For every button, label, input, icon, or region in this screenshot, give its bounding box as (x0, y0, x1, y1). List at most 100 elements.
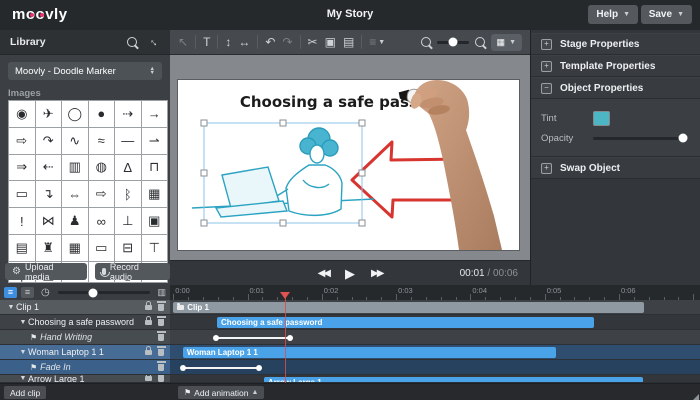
library-item-bluetooth[interactable]: ᛒ (115, 181, 141, 208)
library-item-business-card[interactable]: ▭ (88, 234, 114, 261)
library-item-bend-arrow[interactable]: ↴ (35, 181, 61, 208)
tint-color-swatch[interactable] (593, 110, 610, 126)
library-item-dashed-line[interactable]: ⇢ (115, 101, 141, 127)
save-button[interactable]: Save ▼ (640, 5, 692, 24)
library-item-camera[interactable]: ▣ (141, 208, 167, 234)
library-item-cart[interactable]: ⊟ (115, 234, 141, 261)
library-item-straight-line[interactable]: — (115, 127, 141, 154)
library-item-hot-air-balloon[interactable]: ◉ (9, 101, 35, 127)
layer-list-row-5[interactable]: ⚑ Fade In (0, 360, 170, 375)
paste-icon[interactable]: ▤ (343, 35, 354, 49)
swap-object-header[interactable]: + Swap Object (531, 157, 700, 179)
zoom-out-icon[interactable] (420, 37, 431, 47)
group-view-button[interactable]: ≡ (21, 287, 34, 298)
cut-icon[interactable]: ✂ (308, 35, 318, 49)
template-properties-header[interactable]: + Template Properties (531, 55, 700, 77)
library-item-long-arrow[interactable]: ⇒ (9, 154, 35, 181)
lock-icon[interactable] (145, 375, 152, 381)
opacity-slider-knob[interactable] (678, 133, 688, 143)
trash-icon[interactable] (156, 346, 166, 356)
timeline-options-icon[interactable]: ▥ (157, 287, 166, 298)
library-item-block-arrow[interactable]: ⇨ (9, 127, 35, 154)
collapse-caret-icon[interactable]: ▼ (18, 319, 28, 326)
library-item-curved-arrow[interactable]: ↷ (35, 127, 61, 154)
copy-icon[interactable]: ▣ (325, 35, 336, 49)
resize-corner-icon[interactable] (693, 394, 699, 400)
add-animation-button[interactable]: ⚑ Add animation ▲ (178, 386, 265, 399)
stage-properties-header[interactable]: + Stage Properties (531, 33, 700, 55)
layer-list-row-6[interactable]: ▼ Arrow Large 1 (0, 375, 170, 383)
library-item-apple[interactable]: ◯ (62, 101, 88, 127)
fast-forward-button[interactable]: ▶▶ (371, 268, 384, 279)
library-item-apple-logo[interactable]: ● (88, 101, 114, 127)
align-horizontal-icon[interactable]: ↔ (238, 35, 250, 49)
object-bar-2[interactable]: Choosing a safe password (217, 316, 594, 328)
animation-duration-line[interactable] (179, 364, 262, 371)
library-item-bank[interactable]: ♜ (35, 234, 61, 261)
help-button[interactable]: Help ▼ (588, 5, 638, 24)
library-item-curve-2[interactable]: ≈ (88, 127, 114, 154)
object-properties-header[interactable]: − Object Properties (531, 77, 700, 99)
add-clip-button[interactable]: Add clip (4, 386, 47, 399)
layer-list-row-1[interactable]: ▼ Clip 1 (0, 300, 170, 315)
collapse-caret-icon[interactable]: ▼ (18, 349, 28, 356)
object-bar-4[interactable]: Woman Laptop 1 1 (182, 346, 556, 358)
trash-icon[interactable] (156, 301, 166, 311)
library-item-dashed-arrow[interactable]: ⇠ (35, 154, 61, 181)
library-item-shorts[interactable]: ⋈ (35, 208, 61, 234)
library-item-bottle[interactable]: ∆ (115, 154, 141, 181)
trash-icon[interactable] (156, 316, 166, 326)
rewind-button[interactable]: ◀◀ (318, 268, 331, 279)
layer-list-row-2[interactable]: ▼ Choosing a safe password (0, 315, 170, 330)
trash-icon[interactable] (156, 331, 166, 341)
library-item-building-window[interactable]: ▦ (141, 181, 167, 208)
lock-icon[interactable] (145, 345, 152, 355)
library-item-binoculars[interactable]: ∞ (88, 208, 114, 234)
animation-start-handle[interactable] (213, 334, 220, 341)
trash-icon[interactable] (158, 375, 164, 382)
expand-panel-icon[interactable]: ↔ (146, 34, 162, 50)
layer-list-row-4[interactable]: ▼ Woman Laptop 1 1 (0, 345, 170, 360)
animation-start-handle[interactable] (179, 364, 186, 371)
upload-media-button[interactable]: ⚙ Upload media (5, 262, 87, 282)
animation-end-handle[interactable] (286, 334, 293, 341)
lock-icon[interactable] (145, 300, 152, 310)
play-button[interactable]: ▶ (345, 266, 355, 282)
collapse-caret-icon[interactable]: ▼ (6, 304, 16, 311)
timeline-zoom-knob[interactable] (88, 288, 98, 297)
library-item-arrow-right[interactable]: ⇀ (141, 127, 167, 154)
library-item-curve[interactable]: ∿ (62, 127, 88, 154)
zoom-slider[interactable] (436, 37, 469, 47)
library-item-power-line[interactable]: ⊥ (115, 208, 141, 234)
trash-icon[interactable] (156, 361, 166, 371)
text-tool-icon[interactable]: T (203, 35, 210, 49)
library-item-notepad[interactable]: ▦ (62, 234, 88, 261)
timeline-ruler[interactable]: 0:00 0:01 0:02 0:03 0:04 0:05 0:06 (170, 285, 700, 301)
layer-list-row-3[interactable]: ⚑ Hand Writing (0, 330, 170, 345)
library-item-right-arrow[interactable]: ⇨ (88, 181, 114, 208)
search-icon[interactable] (127, 37, 137, 47)
playhead-line[interactable] (284, 298, 286, 383)
clip-bar-1[interactable]: Clip 1 (173, 301, 644, 313)
undo-icon[interactable]: ↶ (265, 35, 275, 49)
library-item-arrow-line[interactable]: → (141, 101, 167, 127)
animation-end-handle[interactable] (255, 364, 262, 371)
redo-icon[interactable]: ↷ (282, 35, 292, 49)
record-audio-button[interactable]: Record audio (94, 262, 170, 282)
opacity-slider[interactable] (593, 133, 688, 143)
library-item-double-arrow[interactable]: ⇔ (62, 181, 88, 208)
animation-duration-line[interactable] (213, 334, 293, 341)
library-item-barrel[interactable]: ▥ (62, 154, 88, 181)
list-view-button[interactable]: ≡ (4, 287, 17, 298)
library-item-bowling-pin[interactable]: ! (9, 208, 35, 234)
stage-canvas[interactable]: Choosing a safe password (177, 79, 520, 251)
timeline-zoom-slider[interactable] (57, 288, 150, 297)
library-item-airplane[interactable]: ✈ (35, 101, 61, 127)
lock-icon[interactable] (145, 315, 152, 325)
library-item-ceiling-lamp[interactable]: ⊤ (141, 234, 167, 261)
collapse-caret-icon[interactable]: ▼ (18, 375, 28, 382)
arrange-icon[interactable]: ≡ ▼ (369, 35, 385, 49)
playhead-handle[interactable] (279, 292, 290, 299)
select-tool-icon[interactable]: ↖ (178, 35, 188, 49)
library-item-box[interactable]: ▭ (9, 181, 35, 208)
